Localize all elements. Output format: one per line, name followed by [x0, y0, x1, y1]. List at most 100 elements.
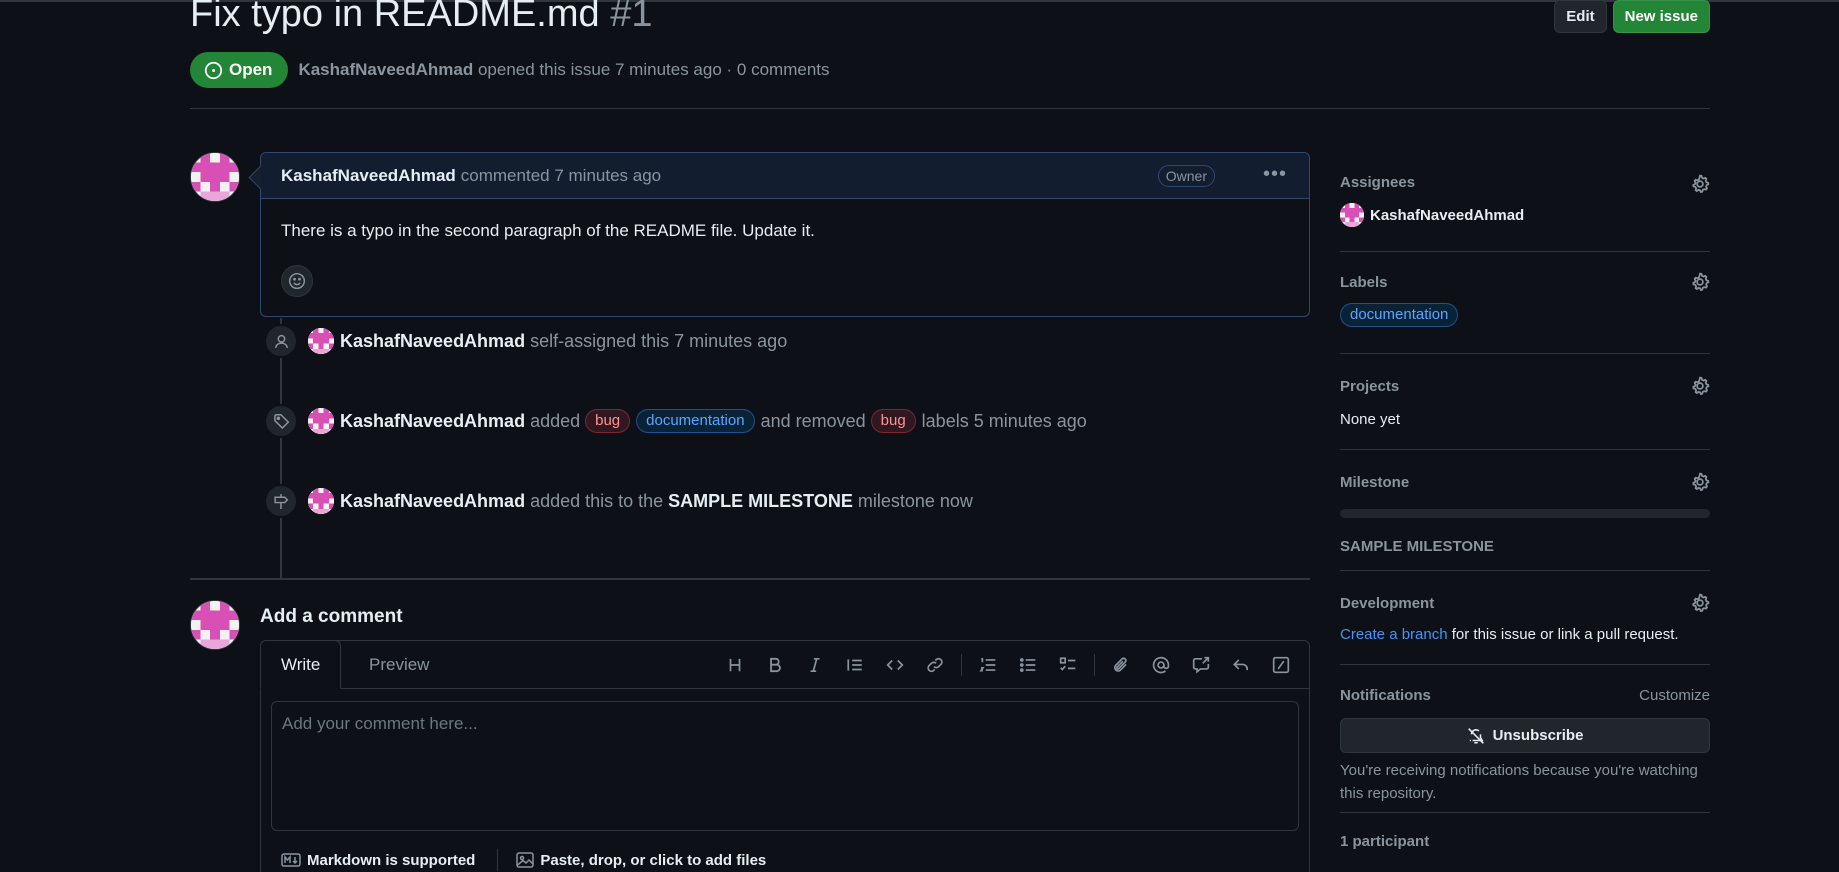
- milestone-link[interactable]: SAMPLE MILESTONE: [668, 491, 853, 512]
- gear-icon[interactable]: [1690, 472, 1710, 492]
- development-description: for this issue or link a pull request.: [1451, 626, 1679, 643]
- timeline-event-milestoned: KashafNaveedAhmad added this to the SAMP…: [264, 484, 973, 518]
- milestone-heading[interactable]: Milestone: [1340, 474, 1710, 491]
- image-icon: [516, 852, 535, 868]
- reply-icon[interactable]: [1221, 649, 1261, 681]
- editor-footer: Markdown is supported Paste, drop, or cl…: [281, 849, 766, 871]
- unsubscribe-label: Unsubscribe: [1492, 727, 1584, 744]
- bold-icon[interactable]: [755, 649, 795, 681]
- gear-icon[interactable]: [1690, 593, 1710, 613]
- timeline-event-assigned: KashafNaveedAhmad self-assigned this 7 m…: [264, 324, 787, 358]
- label-bug[interactable]: bug: [870, 409, 916, 433]
- projects-heading[interactable]: Projects: [1340, 378, 1710, 395]
- assignee[interactable]: KashafNaveedAhmad: [1340, 203, 1710, 227]
- unordered-list-icon[interactable]: [1008, 649, 1048, 681]
- development-heading[interactable]: Development: [1340, 595, 1710, 612]
- attach-icon[interactable]: [1101, 649, 1141, 681]
- label-documentation[interactable]: documentation: [636, 409, 755, 433]
- event-author-link[interactable]: KashafNaveedAhmad: [340, 491, 525, 512]
- issue-author-link[interactable]: KashafNaveedAhmad: [298, 60, 473, 79]
- task-list-icon[interactable]: [1048, 649, 1088, 681]
- comment-editor: Write Preview Add your comment here... M…: [260, 640, 1310, 872]
- owner-badge: Owner: [1157, 165, 1215, 187]
- avatar[interactable]: [308, 408, 334, 434]
- labels-heading[interactable]: Labels: [1340, 274, 1710, 291]
- markdown-icon: [281, 853, 301, 867]
- link-icon[interactable]: [915, 649, 955, 681]
- header-actions: Edit New issue: [1554, 0, 1710, 33]
- event-text-before: added this to the: [530, 490, 664, 511]
- issue-meta-text: opened this issue 7 minutes ago · 0 comm…: [477, 60, 830, 79]
- edit-button[interactable]: Edit: [1554, 0, 1607, 33]
- sidebar-milestone: Milestone SAMPLE MILESTONE: [1340, 450, 1710, 571]
- sidebar-assignees: Assignees KashafNaveedAhmad: [1340, 152, 1710, 252]
- state-badge: Open: [190, 52, 289, 88]
- add-reaction-icon[interactable]: [281, 265, 313, 297]
- tab-preview[interactable]: Preview: [349, 640, 449, 689]
- event-text: self-assigned this 7 minutes ago: [530, 330, 788, 351]
- comment-author-link[interactable]: KashafNaveedAhmad: [281, 166, 456, 186]
- gear-icon[interactable]: [1690, 174, 1710, 194]
- sidebar-development: Development Create a branch for this iss…: [1340, 571, 1710, 665]
- quote-icon[interactable]: [835, 649, 875, 681]
- comment-header: KashafNaveedAhmad commented 7 minutes ag…: [261, 153, 1309, 199]
- avatar: [1340, 203, 1364, 227]
- editor-tabs: Write Preview: [260, 640, 1309, 689]
- issue-meta: KashafNaveedAhmad opened this issue 7 mi…: [298, 60, 829, 80]
- sidebar-labels: Labels documentation: [1340, 252, 1710, 354]
- assignee-name: KashafNaveedAhmad: [1370, 206, 1525, 224]
- milestone-name[interactable]: SAMPLE MILESTONE: [1340, 538, 1710, 555]
- issue-state-row: Open KashafNaveedAhmad opened this issue…: [190, 52, 830, 88]
- assignees-heading[interactable]: Assignees: [1340, 174, 1710, 191]
- toolbar-divider: [1094, 654, 1095, 676]
- projects-value: None yet: [1340, 411, 1401, 428]
- reference-icon[interactable]: [1181, 649, 1221, 681]
- event-removed-text: and removed: [760, 410, 866, 431]
- bell-slash-icon: [1467, 727, 1484, 744]
- tag-icon: [264, 404, 298, 438]
- footer-divider: [497, 849, 499, 871]
- unsubscribe-button[interactable]: Unsubscribe: [1340, 718, 1710, 753]
- issue-page: Fix typo in README.md #1 Edit New issue …: [190, 0, 1710, 872]
- create-branch-link[interactable]: Create a branch: [1340, 626, 1448, 643]
- comment-textarea[interactable]: [271, 701, 1299, 831]
- issue-comment: KashafNaveedAhmad commented 7 minutes ag…: [260, 152, 1310, 317]
- current-user-avatar[interactable]: [190, 600, 240, 650]
- development-text: Create a branch for this issue or link a…: [1340, 626, 1710, 643]
- comment-author-avatar[interactable]: [190, 152, 240, 202]
- event-author-link[interactable]: KashafNaveedAhmad: [340, 411, 525, 432]
- avatar[interactable]: [308, 488, 334, 514]
- issue-number: #1: [610, 0, 653, 35]
- issue-sidebar: Assignees KashafNaveedAhmad Labels docum…: [1340, 152, 1710, 850]
- italic-icon[interactable]: [795, 649, 835, 681]
- tab-write[interactable]: Write: [260, 640, 342, 689]
- sidebar-notifications: Notifications Customize Unsubscribe You'…: [1340, 665, 1710, 813]
- comment-body: There is a typo in the second paragraph …: [281, 221, 815, 240]
- issue-title: Fix typo in README.md #1: [190, 0, 653, 38]
- new-issue-button[interactable]: New issue: [1612, 0, 1710, 33]
- mention-icon[interactable]: [1141, 649, 1181, 681]
- label-documentation[interactable]: documentation: [1340, 303, 1459, 327]
- sidebar-participants: 1 participant: [1340, 813, 1710, 850]
- heading-icon[interactable]: [715, 649, 755, 681]
- add-comment-title: Add a comment: [260, 606, 403, 627]
- event-author-link[interactable]: KashafNaveedAhmad: [340, 331, 525, 352]
- add-files-button[interactable]: Paste, drop, or click to add files: [540, 852, 766, 869]
- timeline-divider: [190, 578, 1310, 580]
- kebab-menu-icon[interactable]: •••: [1263, 164, 1287, 184]
- gear-icon[interactable]: [1690, 376, 1710, 396]
- markdown-toolbar: [715, 641, 1301, 689]
- markdown-supported-link[interactable]: Markdown is supported: [307, 852, 475, 869]
- ordered-list-icon[interactable]: [968, 649, 1008, 681]
- label-bug[interactable]: bug: [585, 409, 631, 433]
- state-label: Open: [229, 60, 273, 79]
- participants-heading: 1 participant: [1340, 833, 1430, 850]
- slash-command-icon[interactable]: [1261, 649, 1301, 681]
- person-icon: [264, 324, 298, 358]
- customize-link[interactable]: Customize: [1639, 687, 1710, 704]
- gear-icon[interactable]: [1690, 272, 1710, 292]
- event-added-text: added: [530, 410, 581, 431]
- avatar[interactable]: [308, 328, 334, 354]
- code-icon[interactable]: [875, 649, 915, 681]
- milestone-icon: [264, 484, 298, 518]
